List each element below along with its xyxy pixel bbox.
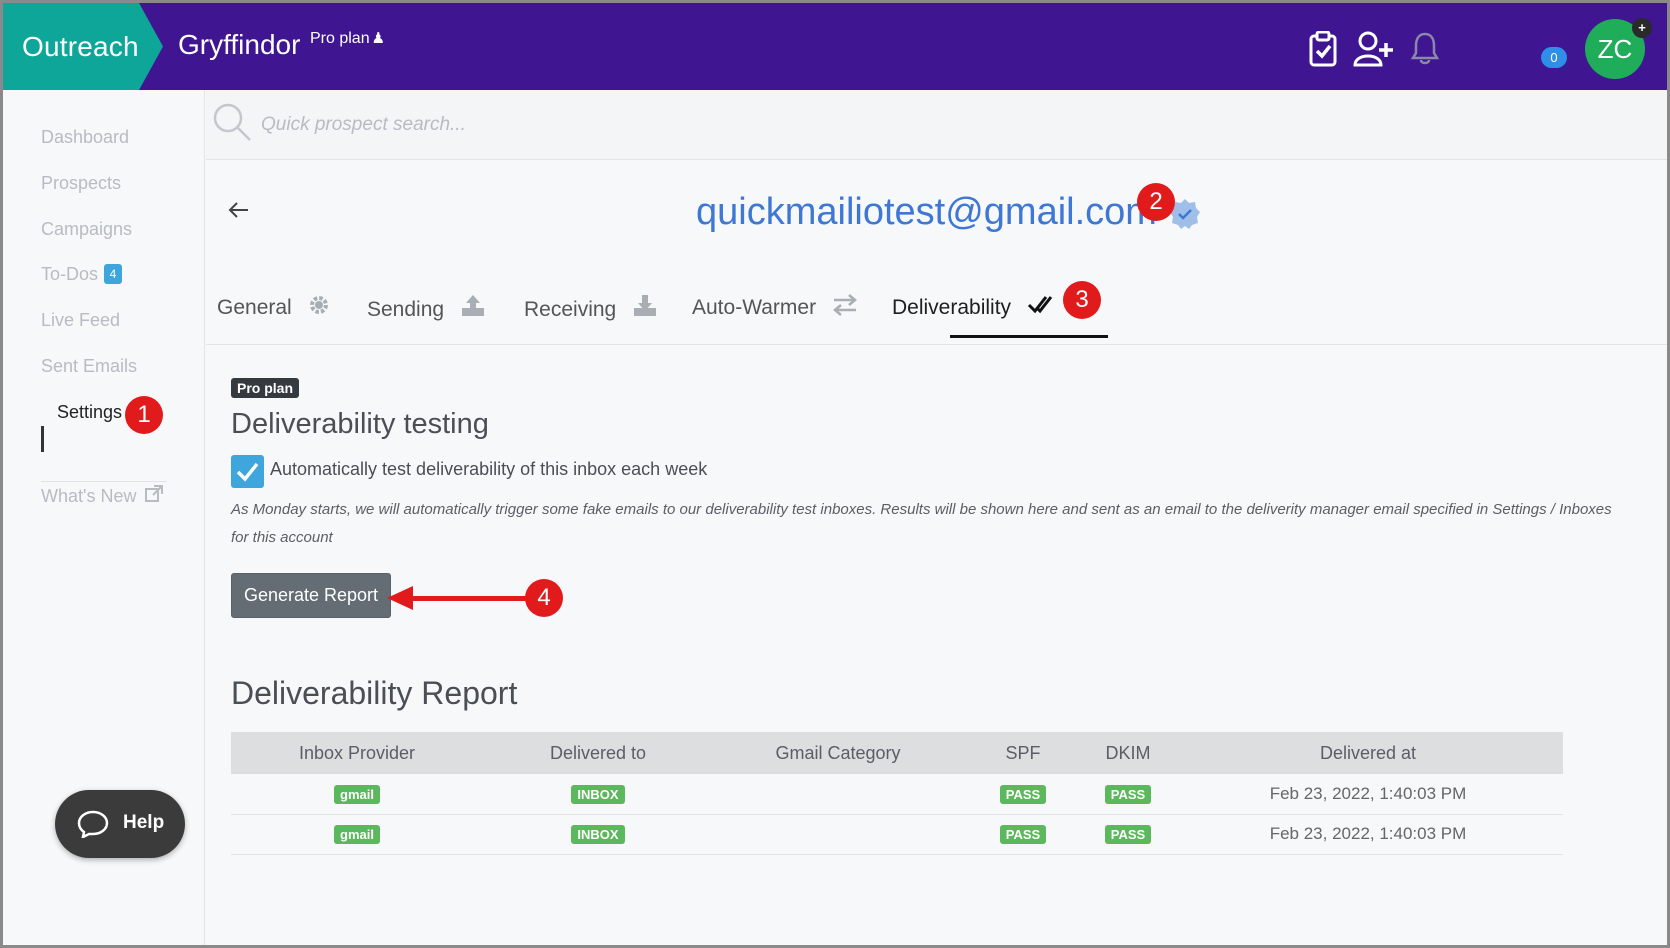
app-window: Outreach Gryffindor Pro plan ♟ 0 ZC + Das…: [0, 0, 1670, 948]
team-name: Gryffindor: [178, 29, 301, 60]
sidebar-item-todos[interactable]: To-Dos 4: [41, 264, 123, 285]
annotation-arrow-line: [399, 596, 529, 601]
plan-tag: Pro plan ♟: [310, 29, 385, 48]
column-header[interactable]: Inbox Provider: [231, 732, 483, 774]
sidebar-item-whats-new[interactable]: What's New: [41, 485, 164, 507]
spf-pill: PASS: [999, 825, 1047, 844]
gmail-category-cell: [713, 814, 963, 855]
provider-cell: gmail: [231, 774, 483, 815]
annotation-arrow-head: [387, 586, 413, 610]
back-arrow-icon[interactable]: [228, 201, 250, 219]
sidebar-item-dashboard[interactable]: Dashboard: [41, 127, 129, 148]
gmail-category-cell: [713, 774, 963, 815]
sidebar-item-campaigns[interactable]: Campaigns: [41, 219, 132, 240]
search-icon: [213, 103, 251, 141]
tab-label: Deliverability: [892, 296, 1012, 319]
external-link-icon: [145, 485, 164, 502]
add-user-icon[interactable]: [1353, 31, 1395, 67]
column-header[interactable]: SPF: [963, 732, 1083, 774]
sidebar-item-live-feed[interactable]: Live Feed: [41, 310, 120, 331]
delivered-to-pill: INBOX: [571, 784, 625, 804]
chat-bubble-icon: [77, 810, 109, 838]
table-row: gmail INBOX PASS PASS Feb 23, 2022, 1:40…: [231, 774, 1563, 815]
tab-label: Receiving: [524, 298, 617, 321]
auto-test-note: As Monday starts, we will automatically …: [231, 501, 1612, 546]
help-label: Help: [123, 812, 165, 833]
sidebar-item-label: What's New: [41, 486, 137, 506]
clipboard-check-icon[interactable]: [1309, 31, 1337, 67]
column-header[interactable]: Gmail Category: [713, 732, 963, 774]
sidebar-item-settings[interactable]: Settings: [57, 402, 122, 423]
delivered-to-cell: INBOX: [483, 774, 713, 815]
column-header[interactable]: DKIM: [1083, 732, 1173, 774]
sidebar-item-prospects[interactable]: Prospects: [41, 173, 121, 194]
delivered-to-cell: INBOX: [483, 814, 713, 855]
double-check-icon: [1027, 296, 1053, 314]
table-header-row: Inbox Provider Delivered to Gmail Catego…: [231, 732, 1563, 774]
gear-icon: [309, 296, 328, 314]
delivered-to-pill: INBOX: [571, 825, 625, 844]
tab-auto-warmer[interactable]: Auto-Warmer: [692, 294, 858, 320]
tabs-divider: [206, 344, 1667, 345]
table-row: gmail INBOX PASS PASS Feb 23, 2022, 1:40…: [231, 814, 1563, 855]
tab-general[interactable]: General: [217, 294, 330, 320]
spf-pill: PASS: [999, 784, 1047, 804]
help-button[interactable]: Help: [55, 790, 185, 858]
delivered-at-cell: Feb 23, 2022, 1:40:03 PM: [1173, 814, 1563, 855]
active-indicator: [41, 426, 44, 452]
download-icon: [634, 295, 657, 316]
dkim-cell: PASS: [1083, 774, 1173, 815]
callout-1: 1: [125, 396, 163, 434]
checkmark-icon: [236, 462, 259, 482]
dkim-pill: PASS: [1104, 825, 1152, 844]
active-tab-underline: [950, 335, 1108, 338]
swap-icon: [832, 294, 857, 316]
tab-deliverability[interactable]: Deliverability: [892, 294, 1053, 320]
tab-label: Sending: [367, 298, 445, 321]
todo-count-badge: 4: [104, 264, 123, 284]
callout-3: 3: [1063, 281, 1101, 319]
deliverability-report-table: Inbox Provider Delivered to Gmail Catego…: [231, 732, 1563, 855]
callout-4: 4: [525, 579, 563, 617]
callout-2: 2: [1137, 183, 1175, 221]
plan-label: Pro plan: [310, 30, 370, 47]
provider-pill: gmail: [334, 825, 380, 844]
sidebar-item-sent-emails[interactable]: Sent Emails: [41, 356, 137, 377]
main-content: quickmailiotest@gmail.com 2 General Send…: [206, 161, 1667, 945]
tab-receiving[interactable]: Receiving: [524, 294, 658, 322]
avatar-plus-badge[interactable]: +: [1632, 18, 1652, 38]
tab-sending[interactable]: Sending: [367, 294, 486, 322]
top-bar: Outreach Gryffindor Pro plan ♟ 0 ZC +: [3, 3, 1667, 90]
upload-icon: [461, 295, 484, 316]
pro-plan-badge: Pro plan: [231, 378, 300, 398]
deliverability-testing-title: Deliverability testing: [231, 408, 489, 440]
column-header[interactable]: Delivered at: [1173, 732, 1563, 774]
tab-label: General: [217, 296, 292, 319]
dkim-cell: PASS: [1083, 814, 1173, 855]
brand-logo[interactable]: Outreach: [3, 3, 163, 90]
tab-label: Auto-Warmer: [692, 296, 817, 319]
provider-cell: gmail: [231, 814, 483, 855]
sidebar: Dashboard Prospects Campaigns To-Dos 4 Li…: [3, 90, 205, 945]
auto-test-checkbox[interactable]: [231, 455, 264, 488]
provider-pill: gmail: [334, 784, 380, 804]
deliverability-report-title: Deliverability Report: [231, 675, 518, 711]
spf-cell: PASS: [963, 814, 1083, 855]
delivered-at-cell: Feb 23, 2022, 1:40:03 PM: [1173, 774, 1563, 815]
spf-cell: PASS: [963, 774, 1083, 815]
sidebar-divider: [41, 481, 167, 482]
search-bar: [206, 90, 1667, 160]
notification-count[interactable]: 0: [1541, 47, 1567, 68]
generate-report-button[interactable]: Generate Report: [231, 573, 391, 618]
chess-pawn-icon: ♟: [371, 30, 386, 47]
auto-test-label[interactable]: Automatically test deliverability of thi…: [270, 459, 707, 480]
sidebar-item-label: To-Dos: [41, 264, 99, 284]
dkim-pill: PASS: [1104, 784, 1152, 804]
search-input[interactable]: [261, 108, 861, 142]
bell-icon[interactable]: [1410, 31, 1440, 65]
column-header[interactable]: Delivered to: [483, 732, 713, 774]
inbox-email-title: quickmailiotest@gmail.com: [696, 191, 1157, 233]
